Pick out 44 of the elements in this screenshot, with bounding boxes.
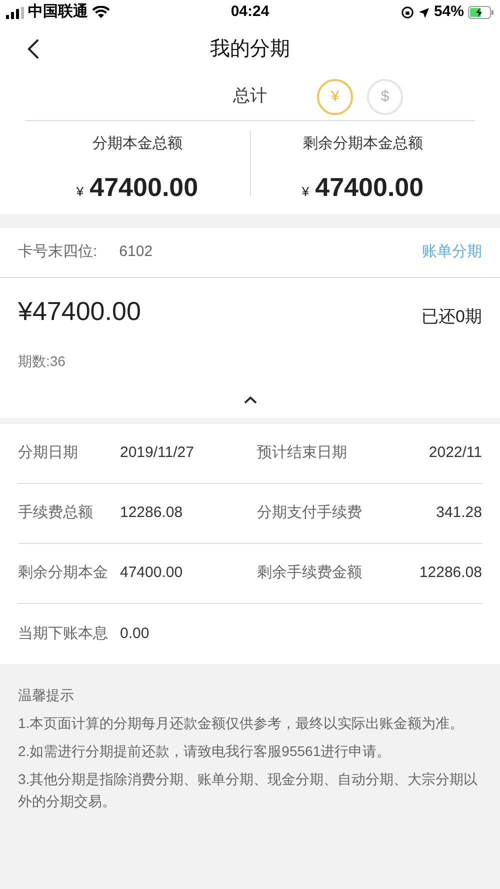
currency-toggle[interactable]: ¥ [317,79,353,115]
card-label: 卡号末四位: [18,242,98,262]
location-arrow-icon [418,6,430,18]
detail-value: 0.00 [120,624,150,644]
total-label: 总计 [233,85,267,108]
summary-amount: 47400.00 [90,170,198,204]
currency-sign: ¥ [302,182,310,200]
detail-label: 当期下账本息 [18,624,109,644]
clock-time: 04:24 [230,2,270,22]
back-icon[interactable] [27,38,40,60]
period-count: 期数:36 [18,352,66,371]
currency-toggle[interactable]: $ [367,79,403,115]
card-number: 6102 [119,242,153,262]
detail-value: 2019/11/27 [120,443,194,464]
caret-up-icon[interactable] [244,396,257,404]
carrier-name: 中国联通 [28,2,88,22]
tip-text: 2.如需进行分期提前还款，请致电我行客服95561进行申请。 [18,742,392,761]
detail-value: 12286.08 [419,563,482,584]
page-title: 我的分期 [210,36,290,62]
detail-label: 分期日期 [18,443,79,464]
detail-value: 2022/11 [428,443,482,464]
detail-value: 47400.00 [120,563,183,584]
battery-icon [468,6,494,19]
detail-label: 分期支付手续费 [257,503,363,524]
tip-text: 1.本页面计算的分期每月还款金额仅供参考，最终以实际出账金额为准。 [18,714,465,733]
detail-label: 剩余分期本金 [18,563,109,584]
summary-amount: 47400.00 [315,170,424,204]
wifi-icon [92,6,110,19]
paid-periods: 已还0期 [422,306,482,328]
tips-title: 温馨提示 [18,686,75,705]
summary-label: 分期本金总额 [92,134,182,154]
detail-value: 12286.08 [120,503,183,524]
summary-label: 剩余分期本金总额 [302,134,423,154]
detail-label: 预计结束日期 [257,443,348,464]
detail-value: 341.28 [436,503,482,524]
plan-amount: ¥47400.00 [18,295,141,328]
detail-label: 手续费总额 [18,503,94,524]
tip-text: 3.其他分期是指除消费分期、账单分期、现金分期、自动分期、大宗分期以外的分期交易。 [18,770,479,811]
bill-installment-link[interactable]: 账单分期 [422,241,482,264]
battery-percent: 54% [434,2,464,22]
signal-icon [6,6,24,18]
orientation-lock-icon [400,6,414,19]
currency-sign: ¥ [76,182,84,200]
detail-label: 剩余手续费金额 [257,563,363,584]
